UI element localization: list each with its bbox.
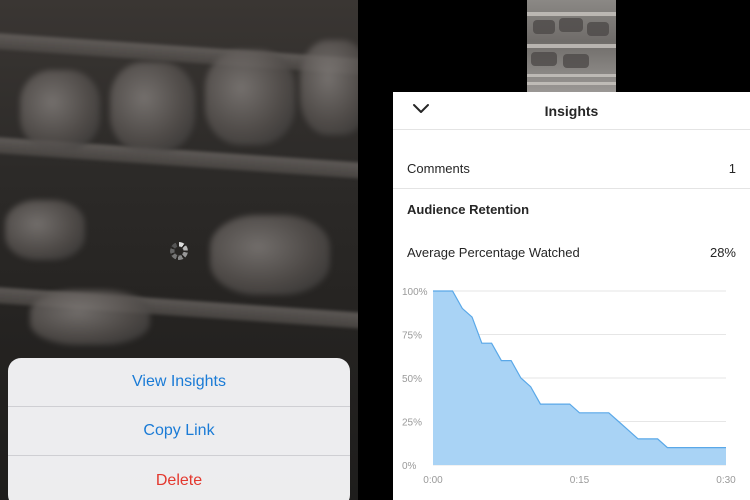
retention-chart: 0% 25% 50% 75% 100% 0:00 0:15 0:30 <box>402 287 736 486</box>
copy-link-button[interactable]: Copy Link <box>8 407 350 456</box>
insights-header: Insights <box>393 92 750 130</box>
comments-row: Comments 1 <box>393 154 750 182</box>
view-insights-button[interactable]: View Insights <box>8 358 350 407</box>
average-watched-label: Average Percentage Watched <box>407 244 580 260</box>
audience-retention-title: Audience Retention <box>407 202 530 217</box>
roll-shape <box>110 62 195 152</box>
y-tick-label: 0% <box>402 461 417 472</box>
average-watched-row: Average Percentage Watched 28% <box>393 238 750 266</box>
y-tick-label: 75% <box>402 331 422 342</box>
roll-shape <box>205 50 295 145</box>
roll-shape <box>5 200 85 260</box>
video-preview: View Insights Copy Link Delete <box>0 0 358 500</box>
roll-shape <box>20 70 100 150</box>
comments-label: Comments <box>407 160 470 176</box>
chevron-down-icon[interactable] <box>412 103 430 115</box>
insights-title: Insights <box>544 102 599 119</box>
x-tick-label: 0:15 <box>570 475 590 486</box>
y-tick-label: 25% <box>402 418 422 429</box>
x-tick-label: 0:30 <box>716 475 736 486</box>
y-tick-label: 100% <box>402 287 428 298</box>
average-watched-value: 28% <box>709 244 736 260</box>
roll-shape <box>210 215 330 295</box>
divider <box>393 188 750 189</box>
y-tick-label: 50% <box>402 374 422 385</box>
roll-shape <box>300 40 358 135</box>
delete-button[interactable]: Delete <box>8 456 350 500</box>
insights-panel: Insights Comments 1 Audience Retention A… <box>393 92 750 500</box>
action-sheet: View Insights Copy Link Delete <box>8 358 350 500</box>
roll-shape <box>30 290 150 345</box>
loading-spinner-icon <box>170 242 188 260</box>
x-tick-label: 0:00 <box>423 475 443 486</box>
comments-value: 1 <box>728 160 736 176</box>
video-thumbnail <box>527 0 616 92</box>
